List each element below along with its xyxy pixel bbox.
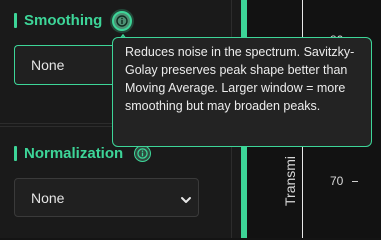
y-tick-label: 70 bbox=[330, 174, 344, 188]
y-axis-label: Transmi bbox=[282, 155, 298, 206]
normalization-select-value: None bbox=[31, 190, 65, 206]
normalization-select[interactable]: None bbox=[14, 178, 199, 217]
tooltip-text: Reduces noise in the spectrum. Savitzky-… bbox=[125, 45, 355, 113]
info-icon[interactable] bbox=[134, 145, 151, 162]
normalization-header: Normalization bbox=[14, 145, 123, 162]
section-accent-bar bbox=[14, 146, 17, 161]
smoothing-select[interactable]: None bbox=[14, 45, 119, 85]
smoothing-tooltip: Reduces noise in the spectrum. Savitzky-… bbox=[112, 37, 372, 147]
smoothing-header: Smoothing bbox=[14, 12, 102, 29]
chevron-down-icon bbox=[180, 192, 192, 208]
info-icon[interactable] bbox=[112, 11, 132, 31]
y-axis-tick bbox=[352, 181, 358, 182]
section-accent-bar bbox=[14, 13, 17, 28]
smoothing-title: Smoothing bbox=[24, 12, 103, 29]
normalization-title: Normalization bbox=[24, 145, 124, 162]
